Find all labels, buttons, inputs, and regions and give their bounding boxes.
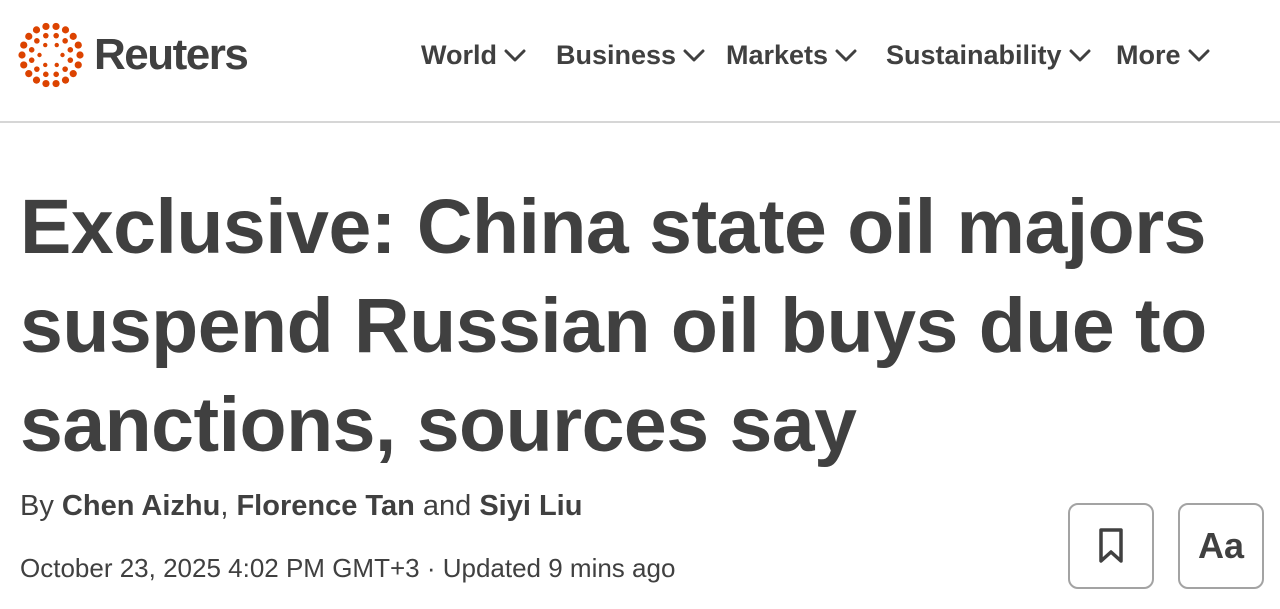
logo-dot [34, 66, 40, 72]
chevron-down-icon [835, 49, 857, 61]
bookmark-icon [1099, 528, 1123, 563]
author-link[interactable]: Siyi Liu [479, 490, 582, 522]
chevron-down-icon [1188, 49, 1210, 61]
nav-item-world[interactable]: World [421, 40, 526, 71]
nav-item-markets[interactable]: Markets [726, 40, 857, 71]
logo-dot [37, 52, 42, 58]
byline-prefix: By [20, 490, 54, 522]
logo-dot [43, 62, 48, 68]
logo-dot [74, 61, 82, 69]
logo-dot [43, 71, 49, 78]
nav-item-label: Markets [726, 40, 829, 70]
logo-dot [53, 71, 59, 78]
article-headline: Exclusive: China state oil majors suspen… [20, 184, 1207, 468]
logo-dot [67, 57, 74, 63]
nav-item-business[interactable]: Business [556, 40, 705, 71]
logo-dot [67, 47, 74, 53]
logo-dot [54, 42, 59, 48]
logo-dot [52, 22, 60, 31]
logo-dot [32, 76, 41, 84]
chevron-down-icon [1069, 49, 1091, 61]
logo-dot [20, 61, 28, 69]
nav-item-label: World [421, 40, 497, 70]
logo-dot [28, 57, 35, 63]
text-size-button[interactable]: Aa [1178, 503, 1264, 589]
logo-dot [62, 66, 68, 72]
logo-dot [54, 62, 59, 68]
nav-item-sustainability[interactable]: Sustainability [886, 40, 1091, 71]
logo-dot [28, 47, 35, 53]
author-link[interactable]: Florence Tan [236, 490, 414, 522]
logo-dot [69, 70, 77, 78]
logo-dot [52, 79, 60, 88]
byline: By Chen Aizhu, Florence Tan and Siyi Liu [20, 490, 582, 523]
nav-item-label: Sustainability [886, 40, 1062, 70]
logo-dot [25, 32, 33, 40]
brand-name: Reuters [94, 30, 249, 79]
text-size-label: Aa [1197, 525, 1245, 566]
logo-dot [20, 41, 28, 49]
logo-dot [60, 52, 65, 58]
logo-dot [43, 42, 48, 48]
logo-dot [62, 38, 68, 44]
reuters-logo[interactable]: Reuters [18, 22, 249, 88]
article-dateline: October 23, 2025 4:02 PM GMT+3 · Updated… [20, 553, 676, 583]
logo-dot [69, 32, 77, 40]
reuters-logo-icon [18, 22, 84, 88]
logo-dot [42, 22, 50, 31]
logo-dot [32, 26, 41, 34]
logo-dot [34, 38, 40, 44]
chevron-down-icon [683, 49, 705, 61]
logo-dot [25, 70, 33, 78]
logo-dot [76, 51, 84, 59]
logo-dot [18, 51, 26, 59]
chevron-down-icon [504, 49, 526, 61]
nav-item-label: Business [556, 40, 677, 70]
author-link[interactable]: Chen Aizhu [62, 490, 220, 522]
nav-item-more[interactable]: More [1116, 40, 1210, 71]
site-header: Reuters World Business Markets Sustainab… [0, 0, 1280, 123]
byline-separator: , [220, 490, 229, 522]
logo-dot [43, 32, 49, 39]
logo-dot [53, 32, 59, 39]
byline-conjunction: and [422, 490, 472, 522]
logo-dot [61, 76, 70, 84]
bookmark-button[interactable] [1068, 503, 1154, 589]
logo-dot [61, 26, 70, 34]
logo-dot [74, 41, 82, 49]
nav-item-label: More [1116, 40, 1181, 70]
logo-dot [42, 79, 50, 88]
